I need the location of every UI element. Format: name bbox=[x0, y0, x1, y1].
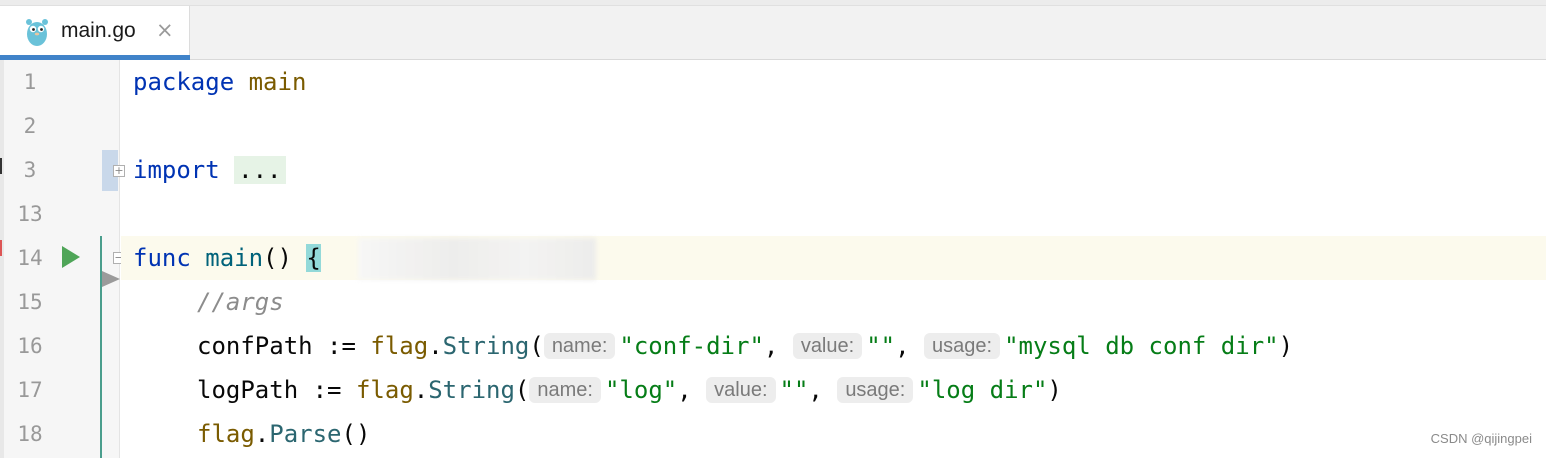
line-number: 14 bbox=[17, 246, 43, 270]
dot: . bbox=[428, 332, 443, 360]
keyword: package bbox=[133, 68, 235, 96]
param-hint: name: bbox=[543, 333, 616, 359]
line-number: 18 bbox=[17, 422, 43, 446]
tab-filename: main.go bbox=[61, 19, 136, 42]
expand-fold-icon[interactable]: + bbox=[113, 165, 125, 177]
keyword: import bbox=[133, 156, 220, 184]
code-line-18[interactable]: flag.Parse() bbox=[197, 412, 370, 456]
string-literal: "mysql db conf dir" bbox=[1004, 332, 1279, 360]
dot: . bbox=[254, 420, 270, 448]
string-literal: "log dir" bbox=[917, 376, 1048, 404]
parens: () bbox=[341, 420, 371, 448]
string-literal: "" bbox=[779, 376, 809, 404]
editor-tab-bar: main.go × bbox=[0, 0, 1546, 60]
line-number: 16 bbox=[17, 334, 43, 358]
code-line-1[interactable]: package main bbox=[133, 60, 306, 104]
operator: := bbox=[327, 332, 356, 360]
parens: () bbox=[263, 244, 292, 272]
function-call: String bbox=[428, 376, 515, 404]
current-line-highlight bbox=[121, 236, 1546, 280]
string-literal: "log" bbox=[604, 376, 678, 404]
param-hint: name: bbox=[529, 377, 601, 403]
gopher-icon bbox=[26, 19, 48, 46]
param-hint: usage: bbox=[924, 333, 1001, 359]
comma: , bbox=[677, 376, 692, 404]
line-number: 13 bbox=[17, 202, 43, 226]
code-line-15[interactable]: //args bbox=[197, 280, 284, 324]
function-call: Parse bbox=[269, 420, 342, 448]
package-ref: flag bbox=[197, 420, 255, 448]
param-hint: value: bbox=[792, 333, 863, 359]
line-number: 17 bbox=[17, 378, 43, 402]
open-paren: ( bbox=[514, 376, 530, 404]
close-paren: ) bbox=[1278, 332, 1294, 360]
matched-brace: { bbox=[306, 244, 321, 272]
comma: , bbox=[763, 332, 779, 360]
comment: //args bbox=[197, 288, 284, 316]
dot: . bbox=[413, 376, 429, 404]
line-number: 1 bbox=[23, 70, 37, 94]
line-number: 15 bbox=[17, 290, 43, 314]
param-hint: value: bbox=[706, 377, 776, 403]
watermark: CSDN @qijingpei bbox=[1430, 431, 1532, 446]
variable: confPath bbox=[197, 332, 313, 360]
function-name: main bbox=[205, 244, 264, 272]
run-triangle-icon[interactable] bbox=[62, 246, 80, 268]
comma: , bbox=[808, 376, 823, 404]
folded-imports-placeholder[interactable]: ... bbox=[234, 156, 286, 184]
code-line-14[interactable]: func main() { bbox=[133, 236, 321, 280]
tab-bar-top-strip bbox=[0, 0, 1546, 6]
execution-point-icon bbox=[102, 271, 120, 287]
line-number: 2 bbox=[23, 114, 37, 138]
string-literal: "conf-dir" bbox=[619, 332, 764, 360]
close-icon[interactable]: × bbox=[156, 18, 174, 42]
param-hint: usage: bbox=[837, 377, 914, 403]
keyword: func bbox=[133, 244, 191, 272]
package-ref: flag bbox=[370, 332, 429, 360]
package-ref: flag bbox=[355, 376, 414, 404]
close-paren: ) bbox=[1047, 376, 1062, 404]
line-number: 3 bbox=[23, 158, 37, 182]
comma: , bbox=[895, 332, 910, 360]
string-literal: "" bbox=[866, 332, 896, 360]
code-line-3[interactable]: import ... bbox=[133, 148, 286, 192]
open-paren: ( bbox=[529, 332, 544, 360]
redacted-region bbox=[358, 238, 596, 280]
function-call: String bbox=[442, 332, 530, 360]
code-line-17[interactable]: logPath := flag.String(name: "log", value… bbox=[197, 368, 1062, 412]
operator: := bbox=[312, 376, 342, 404]
scope-indicator-bar bbox=[100, 236, 102, 458]
tab-main-go[interactable]: main.go × bbox=[0, 6, 190, 60]
package-name: main bbox=[248, 68, 307, 96]
code-line-16[interactable]: confPath := flag.String(name: "conf-dir",… bbox=[197, 324, 1293, 368]
variable: logPath bbox=[197, 376, 299, 404]
